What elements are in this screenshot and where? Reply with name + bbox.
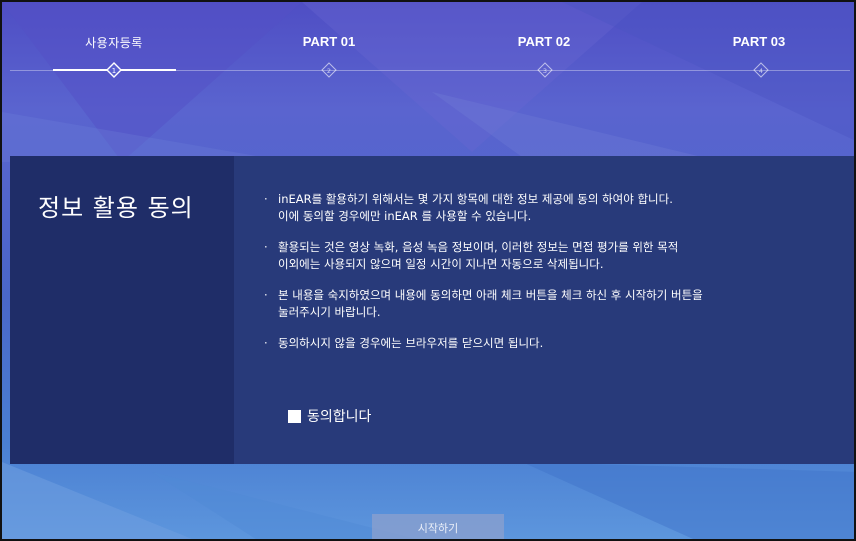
agree-checkbox[interactable] (288, 409, 301, 423)
list-item-line: 눌러주시기 바랍니다. (278, 305, 381, 319)
svg-text:3: 3 (543, 67, 547, 75)
svg-text:4: 4 (759, 67, 763, 75)
page-title: 정보 활용 동의 (38, 194, 194, 222)
agree-option[interactable]: 동의합니다 (288, 406, 371, 426)
step-progress: 사용자등록 PART 01 PART 02 PART 03 1 2 3 4 (2, 2, 854, 112)
step-4-marker-icon: 4 (753, 62, 769, 78)
svg-text:1: 1 (112, 67, 116, 75)
bullet-icon: · (264, 192, 268, 206)
start-button[interactable]: 시작하기 (372, 514, 504, 539)
list-item-line: 본 내용을 숙지하였으며 내용에 동의하면 아래 체크 버튼을 체크 하신 후 … (278, 288, 703, 302)
page-frame: 사용자등록 PART 01 PART 02 PART 03 1 2 3 4 정보… (0, 0, 856, 541)
list-item: · inEAR를 활용하기 위해서는 몇 가지 항목에 대한 정보 제공에 동의… (260, 191, 840, 225)
step-label-user-registration: 사용자등록 (85, 36, 143, 50)
list-item-line: 이에 동의할 경우에만 inEAR 를 사용할 수 있습니다. (278, 209, 532, 223)
consent-panel: 정보 활용 동의 · inEAR를 활용하기 위해서는 몇 가지 항목에 대한 … (10, 156, 854, 464)
svg-text:2: 2 (327, 67, 331, 75)
step-2-marker-icon: 2 (321, 62, 337, 78)
list-item-line: 이외에는 사용되지 않으며 일정 시간이 지나면 자동으로 삭제됩니다. (278, 257, 604, 271)
step-1-marker-icon: 1 (106, 62, 122, 78)
list-item-line: 활용되는 것은 영상 녹화, 음성 녹음 정보이며, 이러한 정보는 면접 평가… (278, 240, 679, 254)
bullet-icon: · (264, 288, 268, 302)
list-item-line: inEAR를 활용하기 위해서는 몇 가지 항목에 대한 정보 제공에 동의 하… (278, 192, 673, 206)
list-item: · 본 내용을 숙지하였으며 내용에 동의하면 아래 체크 버튼을 체크 하신 … (260, 287, 840, 321)
consent-panel-sidebar: 정보 활용 동의 (10, 156, 234, 464)
list-item: · 동의하시지 않을 경우에는 브라우저를 닫으시면 됩니다. (260, 335, 840, 352)
step-label-part-03: PART 03 (732, 34, 786, 49)
step-label-part-01: PART 01 (302, 34, 356, 49)
step-3-marker-icon: 3 (537, 62, 553, 78)
list-item-line: 동의하시지 않을 경우에는 브라우저를 닫으시면 됩니다. (278, 336, 544, 350)
agree-label: 동의합니다 (307, 409, 372, 425)
list-item: · 활용되는 것은 영상 녹화, 음성 녹음 정보이며, 이러한 정보는 면접 … (260, 239, 840, 273)
step-label-part-02: PART 02 (517, 34, 571, 49)
bullet-icon: · (264, 336, 268, 350)
bullet-icon: · (264, 240, 268, 254)
consent-terms-list: · inEAR를 활용하기 위해서는 몇 가지 항목에 대한 정보 제공에 동의… (260, 191, 840, 366)
